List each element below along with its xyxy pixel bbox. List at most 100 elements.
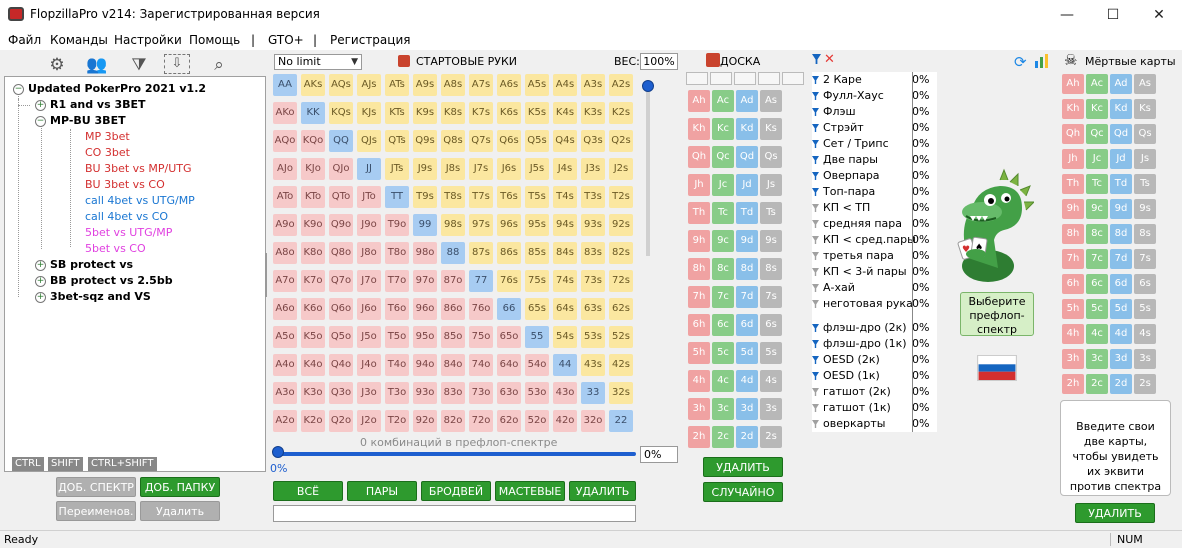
dead-card-8c[interactable]: 8c [1086, 224, 1108, 244]
hand-cell-T9s[interactable]: T9s [413, 186, 437, 208]
dead-card-6d[interactable]: 6d [1110, 274, 1132, 294]
weight-input[interactable]: 100% [640, 53, 678, 70]
hand-cell-42s[interactable]: 42s [609, 354, 633, 376]
stat-row[interactable]: КП < 3-й пары 0% [812, 264, 929, 280]
collapse-icon[interactable]: − [35, 115, 46, 127]
dead-card-4d[interactable]: 4d [1110, 324, 1132, 344]
hand-cell-A7o[interactable]: A7o [273, 270, 297, 292]
board-card-4h[interactable]: 4h [688, 370, 710, 392]
hand-cell-Q3o[interactable]: Q3o [329, 382, 353, 404]
dead-card-Kd[interactable]: Kd [1110, 99, 1132, 119]
hand-cell-Q3s[interactable]: Q3s [581, 130, 605, 152]
board-random-button[interactable]: СЛУЧАЙНО [703, 482, 783, 502]
hand-cell-J2s[interactable]: J2s [609, 158, 633, 180]
dead-card-Kc[interactable]: Kc [1086, 99, 1108, 119]
board-card-5h[interactable]: 5h [688, 342, 710, 364]
dead-card-9s[interactable]: 9s [1134, 199, 1156, 219]
tree-item[interactable]: + SB protect vs [35, 257, 133, 273]
board-delete-button[interactable]: УДАЛИТЬ [703, 457, 783, 477]
hand-cell-T6o[interactable]: T6o [385, 298, 409, 320]
hand-cell-95o[interactable]: 95o [413, 326, 437, 348]
hand-cell-98s[interactable]: 98s [441, 214, 465, 236]
hand-cell-K8o[interactable]: K8o [301, 242, 325, 264]
hand-cell-A8o[interactable]: A8o [273, 242, 297, 264]
hand-cell-K6s[interactable]: K6s [497, 102, 521, 124]
hand-cell-A9o[interactable]: A9o [273, 214, 297, 236]
select-pairs-button[interactable]: ПАРЫ [347, 481, 417, 501]
filter-icon[interactable] [812, 204, 819, 212]
expand-icon[interactable]: + [35, 99, 46, 111]
hand-cell-Q2o[interactable]: Q2o [329, 410, 353, 432]
hand-cell-85o[interactable]: 85o [441, 326, 465, 348]
board-slot[interactable] [758, 72, 780, 85]
dead-card-Ts[interactable]: Ts [1134, 174, 1156, 194]
stat-row[interactable]: OESD (1к) 0% [812, 368, 929, 384]
hand-cell-96o[interactable]: 96o [413, 298, 437, 320]
users-icon[interactable]: 👥 [84, 54, 110, 76]
dead-card-Qh[interactable]: Qh [1062, 124, 1084, 144]
dead-card-Qs[interactable]: Qs [1134, 124, 1156, 144]
stat-row[interactable]: флэш-дро (2к) 0% [812, 320, 929, 336]
board-card-2c[interactable]: 2c [712, 426, 734, 448]
dead-card-Jc[interactable]: Jc [1086, 149, 1108, 169]
hand-cell-99[interactable]: 99 [413, 214, 437, 236]
tree-item[interactable]: 5bet vs UTG/MP [85, 225, 172, 241]
hand-cell-QJs[interactable]: QJs [357, 130, 381, 152]
hand-cell-53o[interactable]: 53o [525, 382, 549, 404]
hand-cell-J5o[interactable]: J5o [357, 326, 381, 348]
board-card-6h[interactable]: 6h [688, 314, 710, 336]
dead-card-Ac[interactable]: Ac [1086, 74, 1108, 94]
hand-cell-52o[interactable]: 52o [525, 410, 549, 432]
range-tree[interactable]: − Updated PokerPro 2021 v1.2 + R1 and vs 3B… [4, 76, 267, 472]
board-card-2h[interactable]: 2h [688, 426, 710, 448]
hand-cell-J3s[interactable]: J3s [581, 158, 605, 180]
hand-cell-Q5o[interactable]: Q5o [329, 326, 353, 348]
hand-cell-83s[interactable]: 83s [581, 242, 605, 264]
hand-cell-A5o[interactable]: A5o [273, 326, 297, 348]
hand-cell-54o[interactable]: 54o [525, 354, 549, 376]
hand-cell-T8o[interactable]: T8o [385, 242, 409, 264]
hand-cell-J7o[interactable]: J7o [357, 270, 381, 292]
hand-cell-Q9o[interactable]: Q9o [329, 214, 353, 236]
board-card-Ad[interactable]: Ad [736, 90, 758, 112]
hand-cell-64s[interactable]: 64s [553, 298, 577, 320]
stat-row[interactable]: Флэш 0% [812, 104, 929, 120]
board-card-Qh[interactable]: Qh [688, 146, 710, 168]
dead-card-5c[interactable]: 5c [1086, 299, 1108, 319]
dead-card-Ks[interactable]: Ks [1134, 99, 1156, 119]
hand-cell-Q4o[interactable]: Q4o [329, 354, 353, 376]
add-range-button[interactable]: ДОБ. СПЕКТР [56, 477, 136, 497]
hand-cell-55[interactable]: 55 [525, 326, 549, 348]
hand-cell-AJo[interactable]: AJo [273, 158, 297, 180]
hand-cell-T4s[interactable]: T4s [553, 186, 577, 208]
hand-cell-74o[interactable]: 74o [469, 354, 493, 376]
hand-cell-K9s[interactable]: K9s [413, 102, 437, 124]
dead-card-9c[interactable]: 9c [1086, 199, 1108, 219]
board-card-6s[interactable]: 6s [760, 314, 782, 336]
hand-cell-AKo[interactable]: AKo [273, 102, 297, 124]
board-card-Kd[interactable]: Kd [736, 118, 758, 140]
board-card-Js[interactable]: Js [760, 174, 782, 196]
board-card-6d[interactable]: 6d [736, 314, 758, 336]
hand-cell-Q9s[interactable]: Q9s [413, 130, 437, 152]
tree-item[interactable]: − Updated PokerPro 2021 v1.2 [13, 81, 206, 97]
tree-item[interactable]: +3bet-sqz and VS [35, 289, 151, 305]
chart-icon[interactable] [1034, 53, 1052, 69]
board-card-7h[interactable]: 7h [688, 286, 710, 308]
dead-card-8s[interactable]: 8s [1134, 224, 1156, 244]
hand-cell-77[interactable]: 77 [469, 270, 493, 292]
hand-cell-T3s[interactable]: T3s [581, 186, 605, 208]
filter-icon[interactable] [812, 324, 819, 332]
range-slider-track[interactable] [274, 452, 636, 456]
hand-cell-66[interactable]: 66 [497, 298, 521, 320]
dead-card-Tc[interactable]: Tc [1086, 174, 1108, 194]
menu-file[interactable]: Файл [8, 33, 41, 47]
hand-cell-65s[interactable]: 65s [525, 298, 549, 320]
dead-card-7d[interactable]: 7d [1110, 249, 1132, 269]
hand-cell-T9o[interactable]: T9o [385, 214, 409, 236]
hand-cell-76o[interactable]: 76o [469, 298, 493, 320]
board-card-9h[interactable]: 9h [688, 230, 710, 252]
hand-cell-88[interactable]: 88 [441, 242, 465, 264]
hand-cell-98o[interactable]: 98o [413, 242, 437, 264]
clear-range-button[interactable]: УДАЛИТЬ [569, 481, 636, 501]
